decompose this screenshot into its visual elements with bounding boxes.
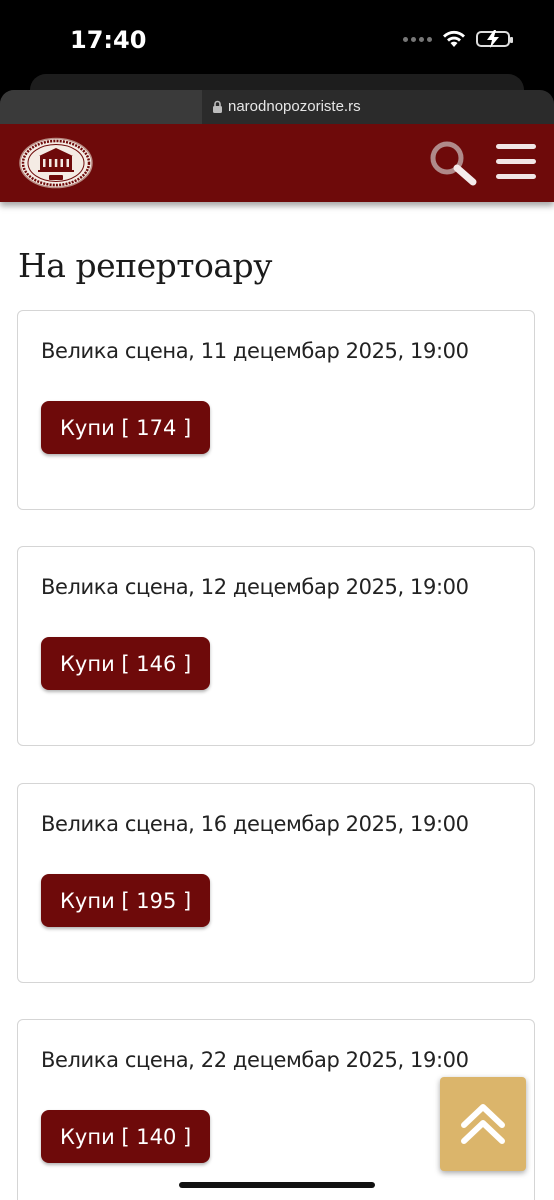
hamburger-menu-icon[interactable]: [496, 144, 538, 182]
battery-charging-icon: [476, 30, 513, 48]
buy-ticket-button[interactable]: Купи [ 195 ]: [41, 874, 211, 927]
search-button[interactable]: [428, 140, 478, 186]
scroll-to-top-button[interactable]: [440, 1077, 526, 1171]
web-page: На репертоару Велика сцена, 11 децембар …: [0, 124, 554, 1200]
lock-icon: [213, 100, 222, 113]
home-indicator: [179, 1182, 375, 1188]
status-icons: [403, 30, 513, 48]
signal-dots-icon: [403, 36, 432, 42]
buy-ticket-button[interactable]: Купи [ 174 ]: [41, 401, 211, 454]
performance-card: Велика сцена, 12 децембар 2025, 19:00 Ку…: [17, 546, 535, 746]
status-bar: 17:40: [0, 0, 554, 82]
double-chevron-up-icon: [461, 1104, 505, 1144]
wifi-icon: [443, 30, 465, 47]
search-icon: [430, 141, 477, 186]
url-text: narodnopozoriste.rs: [228, 98, 361, 115]
performance-date: Велика сцена, 22 децембар 2025, 19:00: [41, 1048, 469, 1072]
performance-date: Велика сцена, 11 децембар 2025, 19:00: [41, 339, 469, 363]
site-header: [0, 124, 554, 202]
address-bar-dim-region: [0, 90, 202, 124]
performance-date: Велика сцена, 12 децембар 2025, 19:00: [41, 575, 469, 599]
url-field[interactable]: narodnopozoriste.rs: [212, 98, 361, 115]
address-bar[interactable]: narodnopozoriste.rs: [0, 90, 554, 124]
page-title: На репертоару: [18, 246, 273, 285]
status-time: 17:40: [70, 26, 147, 54]
buy-ticket-button[interactable]: Купи [ 140 ]: [41, 1110, 211, 1163]
performance-date: Велика сцена, 16 децембар 2025, 19:00: [41, 812, 469, 836]
buy-ticket-button[interactable]: Купи [ 146 ]: [41, 637, 211, 690]
performance-card: Велика сцена, 16 децембар 2025, 19:00 Ку…: [17, 783, 535, 983]
national-theatre-seal-logo[interactable]: [18, 137, 94, 189]
performance-card: Велика сцена, 11 децембар 2025, 19:00 Ку…: [17, 310, 535, 510]
